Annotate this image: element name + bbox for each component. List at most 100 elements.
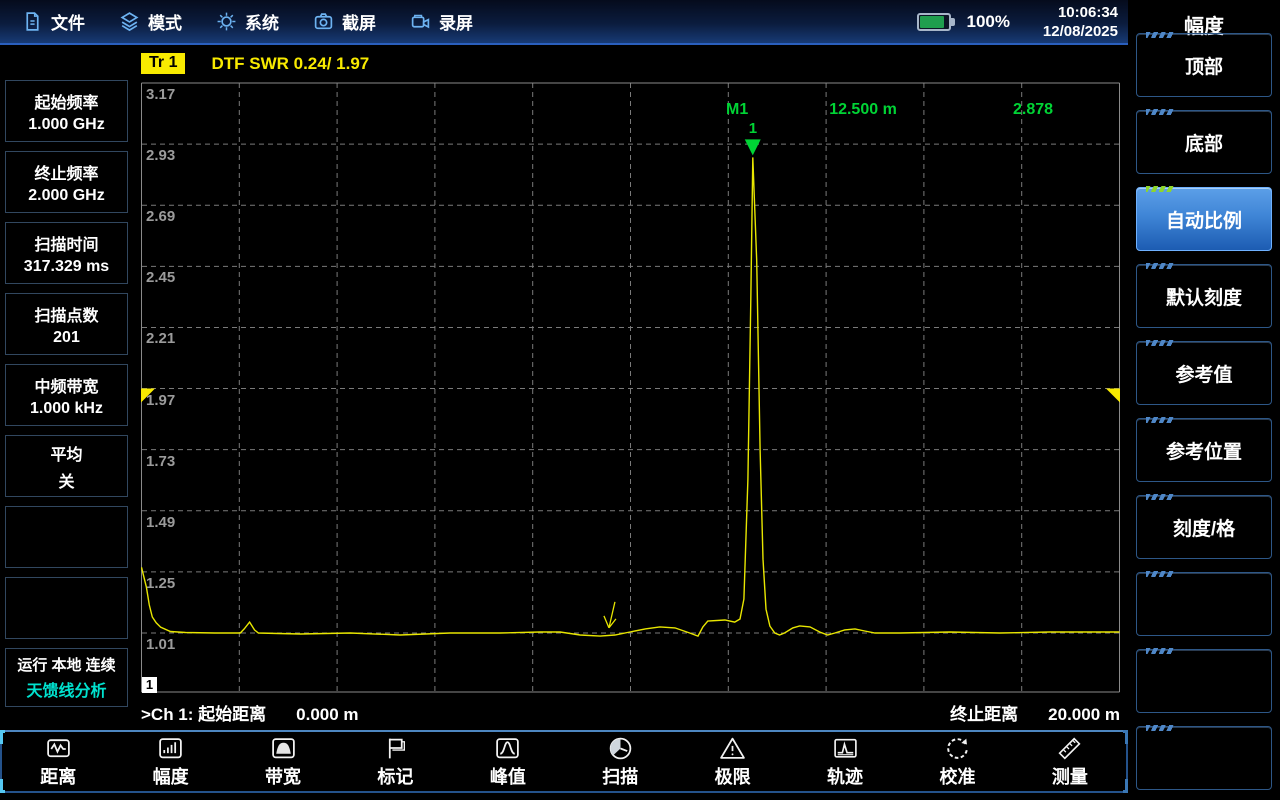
menu-模式[interactable]: 模式 bbox=[119, 9, 182, 34]
param-box[interactable]: 平均关 bbox=[5, 435, 128, 497]
mode-name-text: 天馈线分析 bbox=[26, 677, 106, 701]
param-label: 起始频率 bbox=[34, 89, 98, 113]
softkey-label: 自动比例 bbox=[1166, 206, 1242, 233]
trace-measurement-label: DTF SWR 0.24/ 1.97 bbox=[211, 54, 369, 74]
tool-标记[interactable]: 标记 bbox=[339, 732, 451, 791]
softkey-刻度/格[interactable]: 刻度/格 bbox=[1136, 495, 1272, 559]
param-box[interactable]: 终止频率 2.000 GHz bbox=[5, 151, 128, 213]
menu-录屏[interactable]: 录屏 bbox=[410, 9, 473, 34]
tool-距离[interactable]: 距离 bbox=[2, 732, 114, 791]
param-label: 终止频率 bbox=[34, 160, 98, 184]
marker-flag-icon bbox=[382, 735, 409, 762]
trace-icon bbox=[832, 735, 859, 762]
tool-label: 测量 bbox=[1052, 763, 1088, 789]
tool-幅度[interactable]: 幅度 bbox=[114, 732, 226, 791]
tool-校准[interactable]: 校准 bbox=[901, 732, 1013, 791]
toolbar-corner bbox=[0, 779, 5, 793]
stop-distance: 终止距离20.000 m bbox=[950, 700, 1120, 725]
softkey-参考值[interactable]: 参考值 bbox=[1136, 341, 1272, 405]
tool-label: 极限 bbox=[715, 763, 751, 789]
top-menus: 文件 模式 系统 截屏 录屏 bbox=[0, 9, 473, 34]
distance-info-bar: >Ch 1: 起始距离0.000 m 终止距离20.000 m bbox=[141, 700, 1120, 725]
softkey-stripes bbox=[1146, 648, 1174, 654]
tool-label: 校准 bbox=[939, 763, 975, 789]
dtf-swr-chart: M1 12.500 m 2.878 1 1 3.172.932.692.452.… bbox=[141, 82, 1120, 693]
softkey-buttons: 顶部底部自动比例默认刻度参考值参考位置刻度/格 bbox=[1136, 33, 1272, 790]
marker-number-label: 1 bbox=[749, 120, 757, 137]
tool-label: 扫描 bbox=[602, 763, 638, 789]
tool-label: 幅度 bbox=[153, 763, 189, 789]
softkey-stripes bbox=[1146, 263, 1174, 269]
softkey-label: 顶部 bbox=[1185, 52, 1223, 79]
channel-badge: 1 bbox=[142, 677, 157, 693]
param-box-empty[interactable] bbox=[5, 577, 128, 639]
y-axis-label: 2.45 bbox=[146, 269, 175, 286]
softkey-参考位置[interactable]: 参考位置 bbox=[1136, 418, 1272, 482]
softkey-stripes bbox=[1146, 186, 1174, 192]
start-distance: >Ch 1: 起始距离0.000 m bbox=[141, 700, 359, 725]
parameter-panel: 起始频率 1.000 GHz 终止频率 2.000 GHz 扫描时间 317.329 ms… bbox=[5, 80, 128, 707]
date-text: 12/08/2025 bbox=[1022, 22, 1118, 41]
tool-测量[interactable]: 测量 bbox=[1014, 732, 1126, 791]
param-value: 1.000 kHz bbox=[30, 400, 103, 418]
softkey-stripes bbox=[1146, 109, 1174, 115]
param-label: 扫描点数 bbox=[34, 302, 98, 326]
param-box[interactable]: 起始频率 1.000 GHz bbox=[5, 80, 128, 142]
tool-极限[interactable]: 极限 bbox=[676, 732, 788, 791]
measure-icon bbox=[1056, 735, 1083, 762]
softkey-顶部[interactable]: 顶部 bbox=[1136, 33, 1272, 97]
tool-label: 带宽 bbox=[265, 763, 301, 789]
run-status-box: 运行 本地 连续天馈线分析 bbox=[5, 648, 128, 707]
file-icon bbox=[22, 11, 43, 32]
y-axis-label: 1.73 bbox=[146, 453, 175, 470]
menu-label: 录屏 bbox=[439, 9, 473, 34]
softkey-empty[interactable] bbox=[1136, 572, 1272, 636]
softkey-empty[interactable] bbox=[1136, 649, 1272, 713]
softkey-label: 底部 bbox=[1185, 129, 1223, 156]
tool-label: 峰值 bbox=[490, 763, 526, 789]
softkey-stripes bbox=[1146, 417, 1174, 423]
marker-triangle[interactable] bbox=[745, 139, 761, 155]
top-menu-bar: 文件 模式 系统 截屏 录屏 100% 10:06:34 12/08/2025 bbox=[0, 0, 1128, 45]
param-box-empty[interactable] bbox=[5, 506, 128, 568]
battery-icon bbox=[917, 13, 955, 31]
param-box[interactable]: 扫描点数201 bbox=[5, 293, 128, 355]
menu-label: 截屏 bbox=[342, 9, 376, 34]
param-box[interactable]: 扫描时间 317.329 ms bbox=[5, 222, 128, 284]
softkey-stripes bbox=[1146, 340, 1174, 346]
param-label: 扫描时间 bbox=[34, 231, 98, 255]
run-status-text: 运行 本地 连续 bbox=[17, 654, 115, 675]
param-box[interactable]: 中频带宽1.000 kHz bbox=[5, 364, 128, 426]
limit-icon bbox=[719, 735, 746, 762]
tool-label: 标记 bbox=[377, 763, 413, 789]
menu-系统[interactable]: 系统 bbox=[216, 9, 279, 34]
gear-icon bbox=[216, 11, 237, 32]
param-value: 317.329 ms bbox=[24, 258, 109, 276]
tool-label: 轨迹 bbox=[827, 763, 863, 789]
softkey-自动比例[interactable]: 自动比例 bbox=[1136, 187, 1272, 251]
softkey-empty[interactable] bbox=[1136, 726, 1272, 790]
topbar-status: 100% 10:06:34 12/08/2025 bbox=[917, 3, 1128, 41]
chart-canvas bbox=[141, 82, 1120, 693]
clock: 10:06:34 12/08/2025 bbox=[1022, 3, 1118, 41]
param-value: 2.000 GHz bbox=[28, 187, 104, 205]
sweep-icon bbox=[607, 735, 634, 762]
menu-文件[interactable]: 文件 bbox=[22, 9, 85, 34]
softkey-默认刻度[interactable]: 默认刻度 bbox=[1136, 264, 1272, 328]
softkey-stripes bbox=[1146, 725, 1174, 731]
softkey-底部[interactable]: 底部 bbox=[1136, 110, 1272, 174]
tool-扫描[interactable]: 扫描 bbox=[564, 732, 676, 791]
tool-轨迹[interactable]: 轨迹 bbox=[789, 732, 901, 791]
tool-带宽[interactable]: 带宽 bbox=[227, 732, 339, 791]
softkey-label: 刻度/格 bbox=[1173, 514, 1235, 541]
reference-level-triangle bbox=[1106, 389, 1120, 403]
y-axis-label: 1.97 bbox=[146, 392, 175, 409]
param-value: 1.000 GHz bbox=[28, 116, 104, 134]
marker-distance: 12.500 m bbox=[813, 101, 913, 119]
softkey-stripes bbox=[1146, 571, 1174, 577]
softkey-label: 默认刻度 bbox=[1166, 283, 1242, 310]
menu-截屏[interactable]: 截屏 bbox=[313, 9, 376, 34]
tool-峰值[interactable]: 峰值 bbox=[452, 732, 564, 791]
trace-header: Tr 1 DTF SWR 0.24/ 1.97 bbox=[141, 53, 369, 74]
y-axis-label: 1.49 bbox=[146, 514, 175, 531]
